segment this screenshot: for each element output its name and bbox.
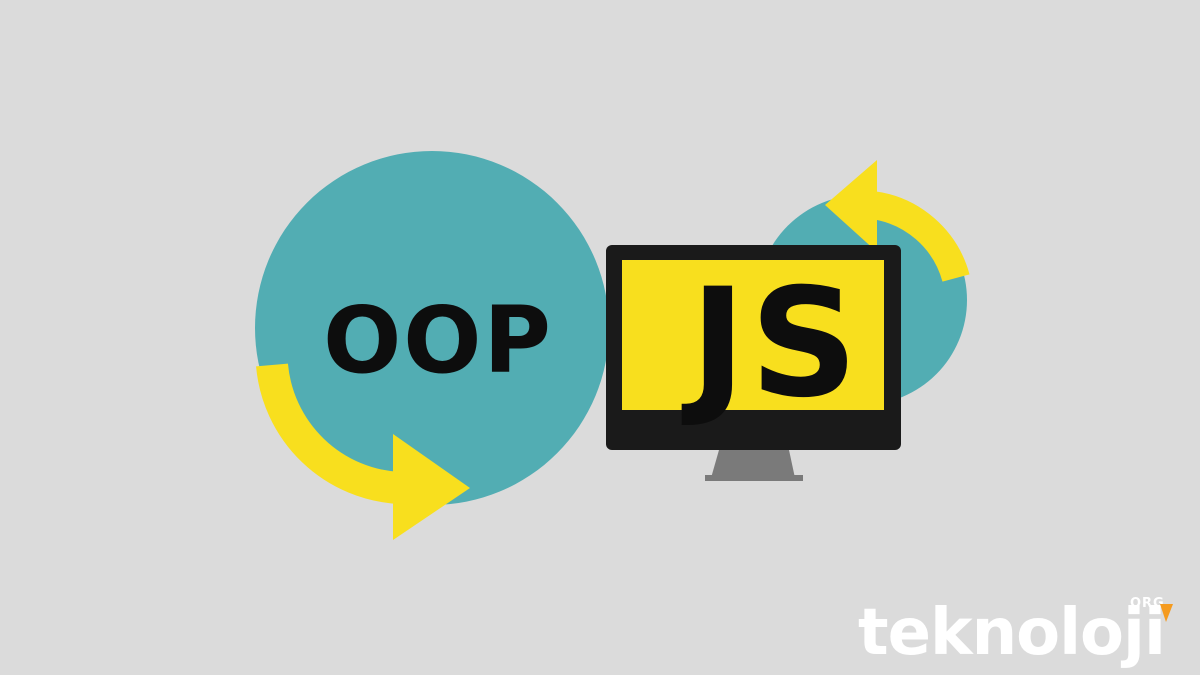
illustration-canvas: OOP JS teknoloji ORG bbox=[0, 0, 1200, 675]
js-label: JS bbox=[681, 257, 862, 431]
monitor-stand bbox=[705, 450, 803, 481]
brand-suffix: ORG bbox=[1130, 596, 1165, 611]
brand-name: teknoloji bbox=[858, 596, 1165, 670]
oop-js-illustration: OOP JS teknoloji ORG bbox=[255, 151, 1173, 670]
teknoloji-logo: teknoloji ORG bbox=[858, 596, 1173, 670]
oop-label: OOP bbox=[323, 287, 553, 394]
